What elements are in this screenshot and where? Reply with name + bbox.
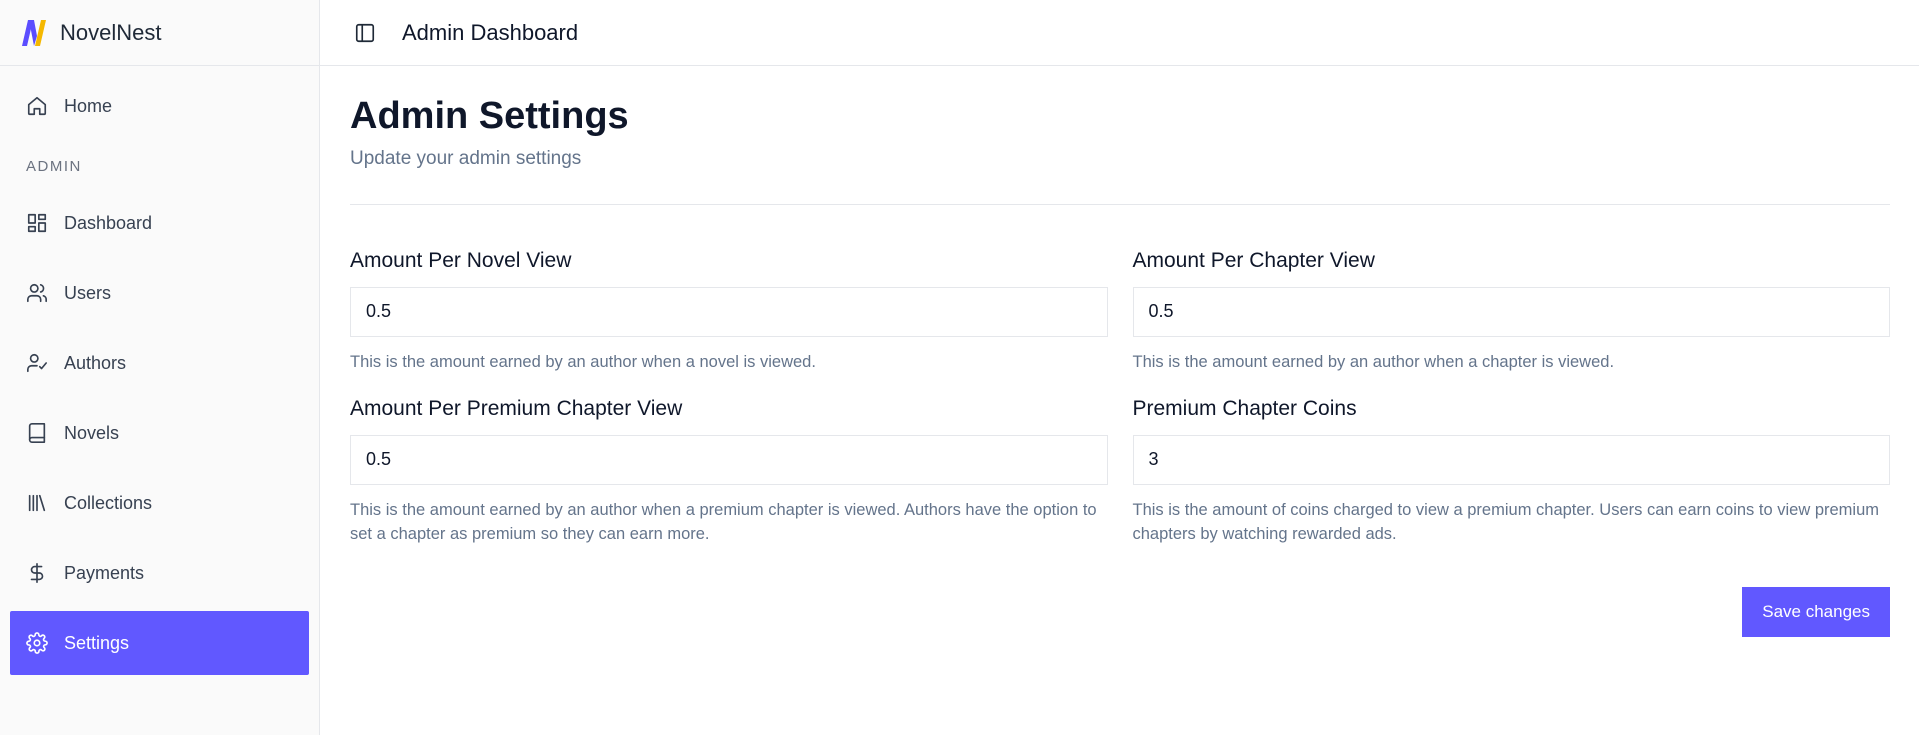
- dashboard-icon: [26, 212, 48, 234]
- sidebar: NovelNest Home ADMIN Dashboard Users Aut…: [0, 0, 320, 735]
- field-premium-chapter-coins: Premium Chapter Coins This is the amount…: [1132, 396, 1890, 548]
- novel-view-amount-input[interactable]: [350, 286, 1108, 337]
- sidebar-item-label: Authors: [64, 352, 127, 373]
- form-actions: Save changes: [350, 587, 1890, 638]
- sidebar-item-collections[interactable]: Collections: [10, 471, 309, 535]
- field-help-text: This is the amount earned by an author w…: [350, 352, 816, 371]
- field-help-text: This is the amount earned by an author w…: [1132, 352, 1615, 371]
- field-label: Amount Per Premium Chapter View: [350, 396, 683, 420]
- sidebar-item-novels[interactable]: Novels: [10, 401, 309, 465]
- app-root: NovelNest Home ADMIN Dashboard Users Aut…: [0, 0, 1919, 735]
- divider: [350, 203, 1890, 205]
- save-button[interactable]: Save changes: [1742, 587, 1890, 638]
- main-area: Admin Dashboard Admin Settings Update yo…: [320, 0, 1919, 735]
- settings-form: Amount Per Novel View This is the amount…: [350, 249, 1890, 569]
- sidebar-item-dashboard[interactable]: Dashboard: [10, 191, 309, 255]
- sidebar-item-label: Payments: [64, 562, 145, 583]
- sidebar-item-label: Users: [64, 282, 112, 303]
- users-icon: [26, 282, 48, 304]
- settings-content: Admin Settings Update your admin setting…: [320, 66, 1919, 638]
- sidebar-nav: Home ADMIN Dashboard Users Authors Novel…: [0, 66, 319, 691]
- sidebar-item-label: Home: [64, 95, 113, 116]
- sidebar-item-label: Novels: [64, 422, 120, 443]
- sidebar-item-authors[interactable]: Authors: [10, 331, 309, 395]
- sidebar-section-label: ADMIN: [26, 158, 82, 175]
- field-label: Amount Per Novel View: [350, 248, 572, 272]
- sidebar-item-label: Settings: [64, 632, 130, 653]
- header-title: Admin Dashboard: [402, 19, 579, 45]
- sidebar-toggle-icon[interactable]: [354, 22, 376, 44]
- home-icon: [26, 95, 48, 117]
- user-check-icon: [26, 352, 48, 374]
- page-title: Admin Settings: [350, 95, 629, 137]
- sidebar-item-label: Dashboard: [64, 212, 153, 233]
- field-novel-view: Amount Per Novel View This is the amount…: [350, 249, 1108, 375]
- brand-name: NovelNest: [60, 19, 162, 45]
- novelnest-logo-icon: [22, 19, 46, 46]
- topbar: Admin Dashboard: [320, 0, 1919, 66]
- page-subtitle: Update your admin settings: [350, 147, 582, 169]
- gear-icon: [26, 632, 48, 654]
- field-label: Premium Chapter Coins: [1132, 396, 1357, 420]
- chapter-view-amount-input[interactable]: [1132, 286, 1890, 337]
- premium-chapter-view-amount-input[interactable]: [350, 434, 1108, 485]
- field-chapter-view: Amount Per Chapter View This is the amou…: [1132, 248, 1890, 375]
- sidebar-item-label: Collections: [64, 492, 153, 513]
- premium-chapter-coins-input[interactable]: [1132, 434, 1890, 485]
- book-icon: [26, 422, 48, 444]
- field-label: Amount Per Chapter View: [1132, 248, 1375, 272]
- sidebar-item-home[interactable]: Home: [10, 76, 309, 136]
- sidebar-item-settings[interactable]: Settings: [10, 611, 309, 675]
- field-premium-chapter-view: Amount Per Premium Chapter View This is …: [350, 397, 1108, 548]
- sidebar-item-users[interactable]: Users: [10, 261, 309, 325]
- field-help-text: This is the amount of coins charged to v…: [1132, 500, 1880, 544]
- dollar-icon: [26, 562, 48, 584]
- sidebar-item-payments[interactable]: Payments: [10, 541, 309, 605]
- library-icon: [26, 492, 48, 514]
- brand[interactable]: NovelNest: [0, 0, 319, 66]
- field-help-text: This is the amount earned by an author w…: [350, 500, 1097, 544]
